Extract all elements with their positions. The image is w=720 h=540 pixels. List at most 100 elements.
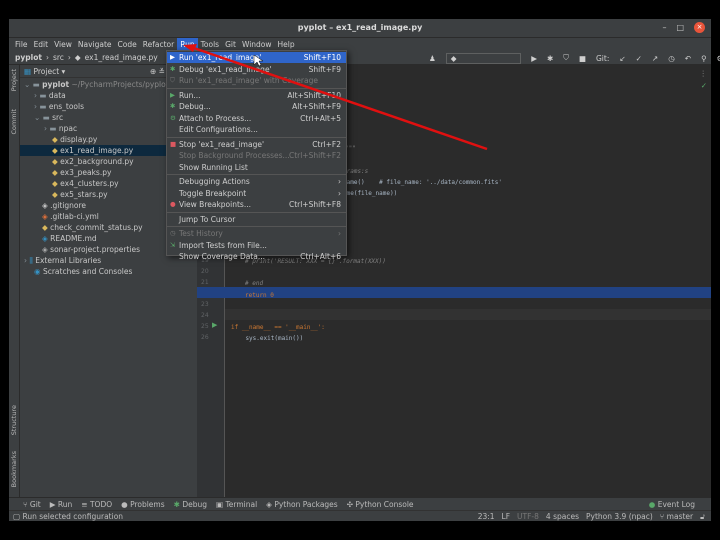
git-label: Git: (595, 53, 610, 63)
minimize-button[interactable]: – (662, 23, 666, 32)
menu-item-label: Debugging Actions (179, 177, 250, 186)
run-menu-item[interactable]: ■ Stop 'ex1_read_image' Ctrl+F2 (167, 139, 346, 150)
run-menu-item[interactable]: ⚙ Attach to Process... Ctrl+Alt+5 (167, 113, 346, 124)
git-branch[interactable]: ⑂ master (660, 512, 693, 522)
file-encoding[interactable]: UTF-8 (517, 512, 539, 522)
line-number: 26 (201, 334, 209, 341)
tab-structure[interactable]: Structure (10, 405, 18, 435)
menu-item-shortcut: Ctrl+F2 (312, 139, 341, 149)
tree-item-file[interactable]: ◆ ex3_peaks.py (52, 167, 111, 178)
tab-project[interactable]: Project (10, 69, 18, 91)
menu-item-label: Run 'ex1_read_image' with Coverage (179, 76, 318, 85)
python-interpreter[interactable]: Python 3.9 (npac) (586, 512, 653, 522)
code-line: if __name__ == '__main__': (231, 324, 325, 331)
tree-item-file[interactable]: ◈ .gitignore (42, 200, 86, 211)
run-menu-item[interactable]: ✱ Debug 'ex1_read_image' Shift+F9 (167, 64, 346, 75)
indent-setting[interactable]: 4 spaces (546, 512, 579, 522)
run-menu-item[interactable]: Show Coverage Data... Ctrl+Alt+6 (167, 251, 346, 262)
tree-item-external-libraries[interactable]: › ⫼ External Libraries (24, 255, 101, 266)
more-options-icon[interactable]: ⋮ (700, 69, 708, 78)
tree-item-scratches[interactable]: ◉ Scratches and Consoles (34, 266, 132, 277)
code-line: return 0 (245, 292, 274, 299)
tree-item-file[interactable]: ◆ check_commit_status.py (42, 222, 143, 233)
breadcrumb-src[interactable]: src (53, 53, 64, 62)
breadcrumb-file[interactable]: ex1_read_image.py (85, 53, 158, 62)
run-menu-item[interactable]: ▶ Run... Alt+Shift+F10 (167, 90, 346, 101)
run-menu-item[interactable]: ✱ Debug... Alt+Shift+F9 (167, 101, 346, 112)
breadcrumb-project[interactable]: pyplot (15, 53, 42, 62)
tab-git[interactable]: ⑂ Git (23, 500, 41, 509)
tree-item-folder[interactable]: › ▬ npac (44, 123, 77, 134)
run-menu-item[interactable]: ● View Breakpoints... Ctrl+Shift+F8 (167, 199, 346, 210)
tree-item-file[interactable]: ◆ display.py (52, 134, 97, 145)
tree-item-root[interactable]: ⌄ ▬ pyplot ~/PycharmProjects/pyplot (24, 79, 169, 90)
git-update-icon[interactable]: ↙ (619, 54, 625, 63)
menu-file[interactable]: File (12, 38, 31, 51)
cursor-position[interactable]: 23:1 (478, 512, 495, 522)
maximize-button[interactable]: □ (676, 23, 684, 32)
line-number: 24 (201, 312, 209, 319)
user-icon[interactable]: ♟ (429, 54, 436, 63)
tab-terminal[interactable]: ▣ Terminal (216, 500, 257, 509)
tree-item-file[interactable]: ◈ sonar-project.properties (42, 244, 140, 255)
close-button[interactable]: × (694, 22, 705, 33)
chevron-down-icon[interactable]: ▾ (59, 67, 66, 76)
branch-icon: ⑂ (659, 512, 667, 521)
run-icon[interactable]: ▶ (531, 54, 537, 63)
menu-item-label: Show Running List (179, 162, 248, 172)
line-separator[interactable]: LF (502, 512, 511, 522)
tab-python-console[interactable]: ✣ Python Console (347, 500, 414, 509)
menu-navigate[interactable]: Navigate (75, 38, 115, 51)
run-menu-item[interactable]: Toggle Breakpoint › (167, 188, 346, 199)
history-icon[interactable]: ◷ (668, 54, 675, 63)
tab-python-packages[interactable]: ◈ Python Packages (266, 500, 338, 509)
list-icon: ≡ (81, 499, 90, 509)
lock-icon[interactable]: 🔓︎ (700, 512, 705, 522)
stop-icon[interactable]: ■ (579, 54, 586, 63)
tree-item-folder[interactable]: › ▬ ens_tools (34, 101, 84, 112)
run-menu-item[interactable]: Show Running List (167, 162, 346, 173)
run-menu-item[interactable]: Edit Configurations... (167, 124, 346, 135)
menu-separator (167, 226, 346, 227)
rollback-icon[interactable]: ↶ (685, 54, 691, 63)
tree-item-folder[interactable]: › ▬ data (34, 90, 66, 101)
breadcrumb-separator: › (67, 53, 71, 62)
menu-item-icon: ▶ (170, 90, 175, 99)
menu-item-label: Run 'ex1_read_image' (179, 53, 262, 62)
tree-item-file[interactable]: ◆ ex5_stars.py (52, 189, 108, 200)
tree-item-file[interactable]: ◆ ex4_clusters.py (52, 178, 119, 189)
run-menu-item[interactable]: ▶ Run 'ex1_read_image' Shift+F10 (167, 52, 346, 63)
git-commit-icon[interactable]: ✓ (636, 54, 642, 63)
tree-item-file[interactable]: ◆ ex2_background.py (52, 156, 134, 167)
tab-problems[interactable]: ● Problems (121, 500, 165, 509)
tree-item-file[interactable]: ◈ README.md (42, 233, 97, 244)
menu-item-shortcut: Shift+F9 (308, 64, 341, 74)
tab-run[interactable]: ▶ Run (50, 500, 73, 509)
settings-icon[interactable]: ⚙ (717, 54, 720, 63)
tree-item-folder[interactable]: ⌄ ▬ src (34, 112, 63, 123)
submenu-arrow-icon: › (338, 188, 341, 198)
tab-commit[interactable]: Commit (10, 109, 18, 135)
run-menu-item[interactable]: ⇲ Import Tests from File... (167, 240, 346, 251)
run-menu-item[interactable]: Debugging Actions › (167, 176, 346, 187)
tab-todo[interactable]: ≡ TODO (81, 500, 112, 509)
run-configuration-select[interactable]: ◆ ex1_read_image ▾ (445, 52, 522, 83)
python-config-icon: ◆ (450, 53, 457, 63)
run-gutter-icon[interactable]: ▶ (212, 321, 217, 329)
code-line: # end (245, 280, 264, 287)
project-view-label[interactable]: Project (33, 67, 59, 76)
tree-item-file[interactable]: ◈ .gitlab-ci.yml (42, 211, 99, 222)
event-log[interactable]: ● Event Log (649, 500, 695, 509)
menu-edit[interactable]: Edit (31, 38, 52, 51)
coverage-icon[interactable]: ⛉ (563, 53, 569, 63)
bug-icon: ✱ (173, 499, 183, 509)
tab-debug[interactable]: ✱ Debug (174, 500, 207, 509)
search-icon[interactable]: ⚲ (701, 54, 707, 63)
tab-bookmarks[interactable]: Bookmarks (10, 451, 18, 487)
menu-view[interactable]: View (51, 38, 75, 51)
debug-icon[interactable]: ✱ (547, 54, 553, 63)
menu-code[interactable]: Code (115, 38, 140, 51)
run-menu-item[interactable]: Jump To Cursor (167, 214, 346, 225)
git-push-icon[interactable]: ↗ (652, 54, 658, 63)
menu-item-label: Show Coverage Data... (179, 252, 265, 261)
